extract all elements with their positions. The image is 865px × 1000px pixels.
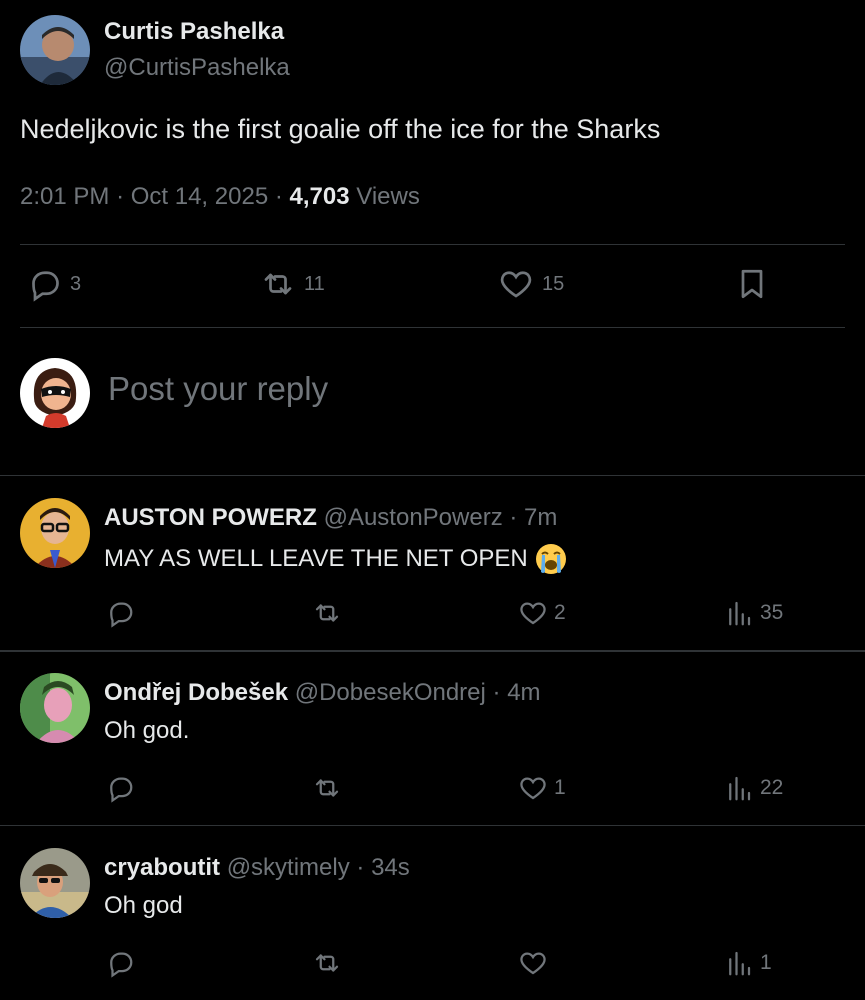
reply-author-handle[interactable]: @AustonPowerz	[324, 504, 503, 531]
analytics-icon	[729, 601, 751, 626]
heart-icon	[500, 271, 532, 298]
reply-icon	[110, 777, 133, 803]
reply-avatar[interactable]	[20, 673, 90, 743]
reply-item[interactable]: AUSTON POWERZ @AustonPowerz · 7m MAY AS …	[0, 476, 865, 651]
tweet-time[interactable]: 2:01 PM	[20, 183, 109, 210]
repost-button[interactable]	[312, 598, 342, 628]
like-count: 1	[554, 776, 566, 799]
reply-author-handle[interactable]: @skytimely	[227, 854, 350, 881]
like-button[interactable]: 2	[518, 598, 566, 628]
like-button[interactable]: 15	[498, 266, 564, 302]
author-avatar[interactable]	[20, 15, 90, 85]
like-count: 15	[542, 272, 565, 295]
analytics-icon	[729, 776, 751, 801]
analytics-icon	[729, 951, 751, 976]
repost-button[interactable]: 11	[260, 266, 325, 302]
reply-count: 3	[70, 272, 82, 295]
reply-time[interactable]: 7m	[524, 504, 557, 531]
reply-author-name[interactable]: cryaboutit	[104, 854, 220, 881]
heart-icon	[520, 602, 546, 625]
views-button[interactable]: 35	[724, 598, 783, 628]
like-button[interactable]	[518, 948, 554, 978]
bookmark-button[interactable]	[734, 266, 770, 302]
heart-icon	[520, 952, 546, 975]
views-button[interactable]: 22	[724, 773, 783, 803]
repost-icon	[264, 273, 292, 295]
reply-text: MAY AS WELL LEAVE THE NET OPEN	[104, 545, 528, 572]
reply-avatar[interactable]	[20, 848, 90, 918]
views-count: 1	[760, 951, 772, 974]
repost-icon	[315, 779, 339, 797]
views-count: 35	[760, 601, 784, 624]
reply-header: cryaboutit @skytimely · 34s	[104, 854, 410, 881]
repost-button[interactable]	[312, 948, 342, 978]
reply-text: Oh god.	[104, 717, 190, 744]
reply-text-row: Oh god.	[104, 717, 189, 745]
reply-button[interactable]	[105, 598, 135, 628]
reply-icon	[110, 952, 133, 978]
reply-text-row: Oh god	[104, 892, 183, 920]
reply-item[interactable]: Ondřej Dobešek @DobesekOndrej · 4m Oh go…	[0, 651, 865, 826]
repost-button[interactable]	[312, 773, 342, 803]
repost-icon	[315, 954, 339, 972]
like-button[interactable]: 1	[518, 773, 566, 803]
views-count: 4,703	[289, 183, 350, 210]
reply-icon	[110, 602, 133, 628]
reply-author-name[interactable]: Ondřej Dobešek	[104, 679, 288, 706]
reply-text-row: MAY AS WELL LEAVE THE NET OPEN	[104, 542, 568, 576]
author-name[interactable]: Curtis Pashelka	[104, 18, 284, 46]
reply-button[interactable]: 3	[26, 266, 81, 302]
reply-icon	[32, 271, 59, 302]
divider	[20, 327, 845, 328]
reply-button[interactable]	[105, 948, 135, 978]
reply-time[interactable]: 4m	[507, 679, 540, 706]
author-handle[interactable]: @CurtisPashelka	[104, 54, 290, 82]
views-button[interactable]: 1	[724, 948, 772, 978]
reply-time[interactable]: 34s	[371, 854, 410, 881]
like-count: 2	[554, 601, 566, 624]
heart-icon	[520, 777, 546, 800]
user-avatar[interactable]	[20, 358, 90, 428]
repost-icon	[315, 604, 339, 622]
loudly-crying-face-emoji	[535, 544, 566, 574]
tweet-date[interactable]: Oct 14, 2025	[131, 183, 268, 210]
bookmark-icon	[741, 269, 763, 299]
reply-input[interactable]	[108, 370, 708, 408]
repost-count: 11	[304, 272, 325, 295]
reply-author-handle[interactable]: @DobesekOndrej	[295, 679, 486, 706]
reply-item[interactable]: cryaboutit @skytimely · 34s Oh god 1	[0, 826, 865, 1000]
reply-author-name[interactable]: AUSTON POWERZ	[104, 504, 317, 531]
views-label: Views	[356, 183, 420, 210]
reply-header: AUSTON POWERZ @AustonPowerz · 7m	[104, 504, 558, 531]
reply-header: Ondřej Dobešek @DobesekOndrej · 4m	[104, 679, 541, 706]
tweet-text: Nedeljkovic is the first goalie off the …	[20, 114, 661, 144]
divider	[20, 244, 845, 245]
reply-text: Oh god	[104, 892, 183, 919]
reply-avatar[interactable]	[20, 498, 90, 568]
reply-button[interactable]	[105, 773, 135, 803]
views-count: 22	[760, 776, 784, 799]
tweet-meta: 2:01 PM · Oct 14, 2025 · 4,703 Views	[20, 183, 420, 210]
